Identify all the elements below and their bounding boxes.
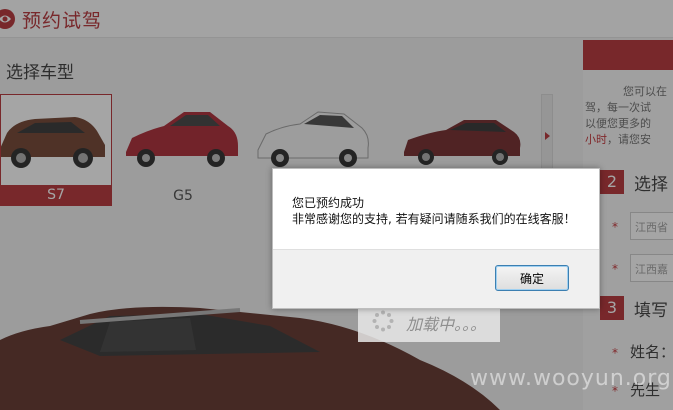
- dialog-footer: 确定: [273, 249, 599, 308]
- ok-button[interactable]: 确定: [495, 265, 569, 291]
- dialog-message-body: 非常感谢您的支持, 若有疑问请随系我们的在线客服！: [292, 212, 576, 226]
- dialog-message-title: 您已预约成功: [292, 196, 365, 210]
- dialog-body: 您已预约成功 非常感谢您的支持, 若有疑问请随系我们的在线客服！: [273, 169, 599, 249]
- spinner-icon: [372, 310, 394, 332]
- watermark: www.wooyun.org: [470, 366, 672, 391]
- loading-text: 加载中。。。: [406, 315, 487, 334]
- success-dialog: 您已预约成功 非常感谢您的支持, 若有疑问请随系我们的在线客服！ 确定: [272, 168, 600, 309]
